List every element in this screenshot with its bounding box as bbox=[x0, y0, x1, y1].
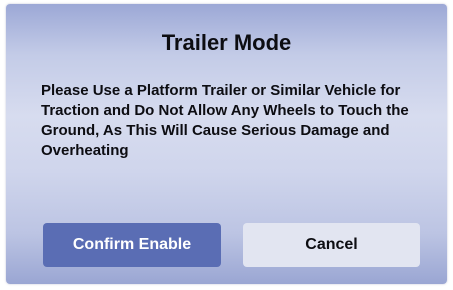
dialog-message: Please Use a Platform Trailer or Similar… bbox=[41, 82, 409, 159]
cancel-button[interactable]: Cancel bbox=[243, 223, 420, 267]
confirm-enable-button[interactable]: Confirm Enable bbox=[43, 223, 221, 267]
dialog-title: Trailer Mode bbox=[161, 30, 292, 55]
trailer-mode-dialog: Trailer Mode Please Use a Platform Trail… bbox=[6, 4, 447, 284]
